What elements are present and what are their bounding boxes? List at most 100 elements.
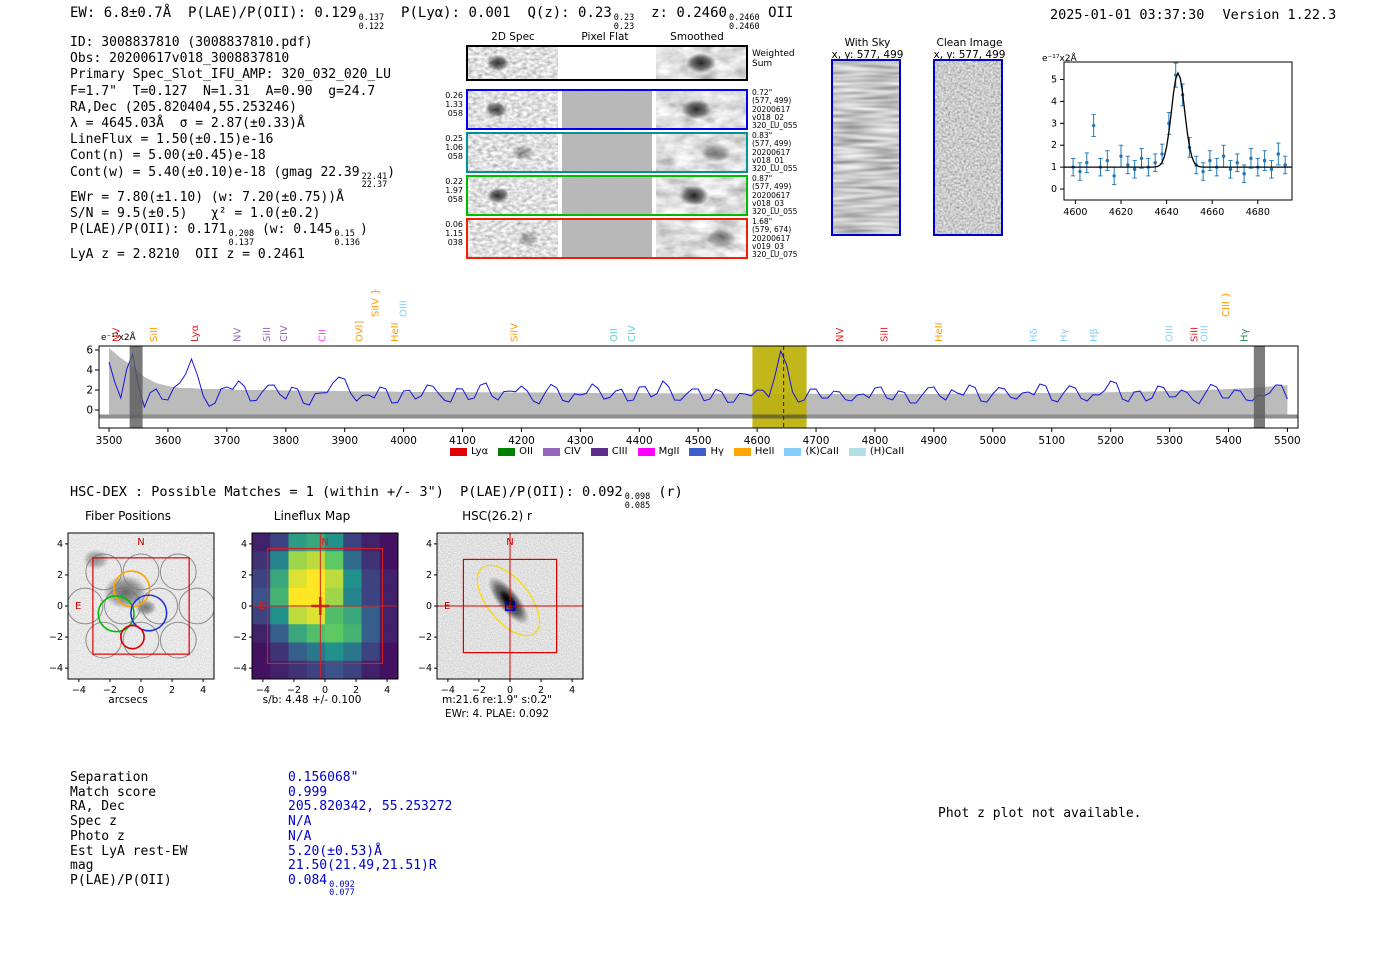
clean-image-image: [935, 61, 1001, 234]
header-z: z: 0.2460: [634, 5, 727, 21]
svg-text:−4: −4: [233, 663, 247, 674]
match-field-value: 0.156068": [288, 770, 359, 785]
svg-text:OVI]: OVI]: [354, 321, 365, 342]
svg-text:0: 0: [241, 601, 247, 612]
legend-label: Hγ: [710, 446, 724, 457]
smoothed-cutout: [656, 91, 746, 128]
svg-text:4640: 4640: [1155, 207, 1179, 218]
cutout-fiber-weights: 0.26 1.33 058: [445, 91, 463, 118]
legend-label: CIV: [563, 446, 581, 457]
qz-interval: 0.23 0.23: [613, 13, 635, 32]
info-line-contw: Cont(w) = 5.40(±0.10)e-18 (gmag 22.39 22.…: [70, 164, 396, 191]
svg-text:SiIV }: SiIV }: [370, 289, 381, 317]
svg-text:5200: 5200: [1097, 435, 1124, 447]
hsc-cutout-title: HSC(26.2) r: [462, 509, 532, 523]
svg-text:NV: NV: [232, 328, 243, 342]
match-field-value: 21.50(21.49,21.51)R: [288, 858, 437, 874]
match-field-value: 0.084: [288, 872, 328, 888]
cutout-row: [466, 132, 748, 173]
legend-swatch: [689, 447, 707, 456]
cutout-fiber-info: 0.72" (577, 499) 20200617 v018_02 320_LU_055: [752, 88, 798, 131]
svg-text:4900: 4900: [921, 435, 948, 447]
match-field-label: mag: [70, 858, 94, 874]
pixel-flat-cutout: [562, 177, 652, 214]
match-field-value: 5.20(±0.53)Å: [288, 843, 382, 859]
info-line-sn: S/N = 9.5(±0.5) χ² = 1.0(±0.2): [70, 205, 321, 221]
cutout-fiber-weights: 0.25 1.06 058: [445, 134, 463, 161]
svg-text:4620: 4620: [1109, 207, 1133, 218]
version-label: Version 1.22.3: [1222, 7, 1337, 23]
photz-note: Phot z plot not available.: [938, 806, 1142, 821]
legend-item: (H)CaII: [848, 446, 905, 457]
spec2d-cutout: [468, 134, 558, 171]
with-sky-panel: [831, 59, 901, 236]
svg-text:4: 4: [426, 539, 432, 550]
legend-label: OII: [519, 446, 533, 457]
legend-label: (H)CaII: [869, 446, 905, 457]
svg-text:5: 5: [1051, 75, 1057, 86]
cutout-row: [466, 218, 748, 259]
svg-text:Hβ: Hβ: [1089, 328, 1100, 342]
legend-item: HeII: [733, 446, 775, 457]
smoothed-cutout: [656, 177, 746, 214]
header-ew-plae: EW: 6.8±0.7Å P(LAE)/P(OII): 0.129: [70, 5, 357, 21]
match-table-row: Match score 0.999: [70, 784, 452, 801]
svg-text:Hδ: Hδ: [1029, 328, 1040, 342]
cutout-grid: 2D Spec Pixel Flat Smoothed Weighted Sum 0.26…: [444, 31, 844, 271]
info-line-radec: RA,Dec (205.820404,55.253246): [70, 99, 297, 115]
with-sky-title: With Sky x, y: 577, 499: [820, 37, 915, 61]
svg-text:E: E: [75, 601, 81, 612]
svg-text:4: 4: [57, 539, 63, 550]
timestamp: 2025-01-01 03:37:30: [1050, 7, 1205, 23]
z-interval: 0.2460 0.2460: [728, 13, 760, 32]
detection-info-block: ID: 3008837810 (3008837810.pdf) Obs: 202…: [70, 35, 395, 263]
header-plya-qz: P(Lyα): 0.001 Q(z): 0.23: [384, 5, 612, 21]
match-table-row: Photo z N/A: [70, 829, 452, 845]
svg-text:Hγ: Hγ: [1059, 328, 1070, 342]
match-table-row: Est LyA rest-EW 5.20(±0.53)Å: [70, 843, 452, 860]
spec2d-cutout: [468, 47, 558, 79]
legend-label: HeII: [754, 446, 775, 457]
clean-image-panel: [933, 59, 1003, 236]
cutout-row: [466, 45, 748, 81]
legend-item: MgII: [637, 446, 680, 457]
info-line-plae: P(LAE)/P(OII): 0.171 0.208 0.137 (w: 0.145…: [70, 222, 368, 248]
match-table-row: Spec z N/A: [70, 814, 452, 830]
info-line-obs: Obs: 20200617v018_3008837810: [70, 51, 290, 67]
fiber-positions-map: −4−4−2−2002244 NE: [49, 532, 215, 696]
svg-text:OIII: OIII: [399, 300, 410, 317]
hsc-cutout-xlabel: m:21.6 re:1.9" s:0.2": [442, 694, 552, 706]
legend-label: MgII: [658, 446, 680, 457]
match-field-label: Match score: [70, 784, 157, 800]
svg-text:3800: 3800: [272, 435, 299, 447]
legend-swatch: [450, 447, 467, 456]
legend-item: CIII: [590, 446, 628, 457]
svg-text:e⁻¹⁷x2Å: e⁻¹⁷x2Å: [1042, 52, 1078, 64]
svg-text:5100: 5100: [1038, 435, 1065, 447]
legend-item: Lyα: [450, 446, 488, 457]
svg-text:SiII: SiII: [149, 327, 160, 342]
cutout-fiber-info: 0.87" (577, 499) 20200617 v018_03 320_LU_055: [752, 174, 798, 217]
info-line-lineflux: LineFlux = 1.50(±0.15)e-16: [70, 132, 274, 148]
match-field-value: 205.820342, 55.253272: [288, 799, 453, 815]
info-line-redshifts: LyA z = 2.8210 OII z = 0.2461: [70, 247, 305, 263]
lineflux-map-title: Lineflux Map: [273, 509, 351, 523]
svg-text:2: 2: [426, 570, 432, 581]
svg-text:5000: 5000: [979, 435, 1006, 447]
svg-text:5500: 5500: [1274, 435, 1301, 447]
svg-text:5300: 5300: [1156, 435, 1183, 447]
match-field-label: Spec z: [70, 814, 117, 830]
svg-text:0: 0: [57, 601, 63, 612]
pixel-flat-cutout: [562, 220, 652, 257]
svg-text:2: 2: [86, 385, 93, 397]
svg-text:N: N: [137, 537, 144, 548]
svg-text:4000: 4000: [390, 435, 417, 447]
svg-text:3600: 3600: [155, 435, 182, 447]
svg-text:0: 0: [426, 601, 432, 612]
legend-swatch: [542, 447, 560, 456]
with-sky-image: [833, 61, 899, 234]
smoothed-cutout: [656, 134, 746, 171]
svg-text:0: 0: [1051, 184, 1057, 195]
error-bars: [1070, 62, 1288, 186]
svg-text:N: N: [321, 537, 328, 548]
